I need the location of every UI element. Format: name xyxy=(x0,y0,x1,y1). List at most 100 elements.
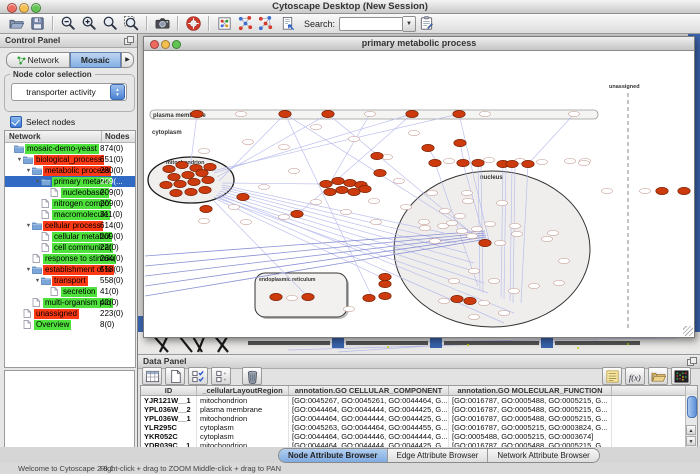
graph-node[interactable] xyxy=(406,110,418,117)
graph-node[interactable] xyxy=(522,160,534,167)
tree-row[interactable]: ▼primary metabo209(... xyxy=(5,176,135,187)
column-header[interactable]: annotation.GO MOLECULAR_FUNCTION xyxy=(449,386,612,395)
zoom-fit-icon[interactable] xyxy=(100,15,121,33)
resize-grip[interactable] xyxy=(683,326,693,336)
tree-row[interactable]: Overview8(0) xyxy=(5,319,135,330)
graph-node[interactable] xyxy=(678,187,690,194)
tab-edge-attribute-browser[interactable]: Edge Attribute Browser xyxy=(388,449,489,462)
tree-expand-icon[interactable]: ▼ xyxy=(25,267,32,273)
graph-node[interactable] xyxy=(182,171,194,178)
graph-node[interactable] xyxy=(332,177,344,184)
network-window-titlebar[interactable]: primary metabolic process xyxy=(144,37,694,51)
graph-node[interactable] xyxy=(422,144,434,151)
unselect-attributes-icon[interactable] xyxy=(211,367,231,385)
inner-minimize-button[interactable] xyxy=(161,40,170,49)
layout-icon[interactable] xyxy=(214,15,235,33)
search-dropdown-icon[interactable]: ▼ xyxy=(403,16,416,32)
zoom-selected-icon[interactable] xyxy=(121,15,142,33)
graph-node[interactable] xyxy=(188,178,200,185)
graph-node[interactable] xyxy=(196,169,208,176)
inner-close-button[interactable] xyxy=(150,40,159,49)
tree-row[interactable]: cellular metabol209(0) xyxy=(5,231,135,242)
float-panel-icon[interactable] xyxy=(124,36,133,45)
minimize-button[interactable] xyxy=(19,3,29,13)
open-session-icon[interactable] xyxy=(6,15,27,33)
graph-node[interactable] xyxy=(200,205,212,212)
graph-node[interactable] xyxy=(199,186,211,193)
scroll-up-icon[interactable]: ▲ xyxy=(686,425,696,435)
select-attributes-icon[interactable] xyxy=(188,367,208,385)
table-row[interactable]: YPL036W__2plasma membrane[GO:0044464, GO… xyxy=(141,405,697,414)
column-header[interactable]: annotation.GO CELLULAR_COMPONENT xyxy=(289,386,449,395)
tree-row[interactable]: nucleobase-209(0) xyxy=(5,187,135,198)
graph-node[interactable] xyxy=(464,297,476,304)
tab-mosaic[interactable]: Mosaic xyxy=(70,52,122,68)
zoom-button[interactable] xyxy=(31,3,41,13)
graph-node[interactable] xyxy=(191,110,203,117)
tab-overflow-arrow-icon[interactable]: ▶ xyxy=(121,52,134,68)
tab-network-attribute-browser[interactable]: Network Attribute Browser xyxy=(488,449,598,462)
tree-row[interactable]: mosaic-demo-yeast874(0) xyxy=(5,143,135,154)
graph-node[interactable] xyxy=(185,188,197,195)
zoom-out-icon[interactable] xyxy=(58,15,79,33)
delete-attribute-icon[interactable] xyxy=(242,367,262,385)
float-data-panel-icon[interactable] xyxy=(687,357,696,366)
graph-node[interactable] xyxy=(204,163,216,170)
graph-node[interactable] xyxy=(379,280,391,287)
graph-node[interactable] xyxy=(291,210,303,217)
graph-node[interactable] xyxy=(279,110,291,117)
snapshot-icon[interactable] xyxy=(152,15,173,33)
new-attribute-icon[interactable] xyxy=(165,367,185,385)
table-row[interactable]: YLR295Ccytoplasm[GO:0045263, GO:0044464,… xyxy=(141,423,697,432)
tree-row[interactable]: ▼establishment of lo558(0) xyxy=(5,264,135,275)
zoom-in-icon[interactable] xyxy=(79,15,100,33)
graph-node[interactable] xyxy=(174,180,186,187)
graph-node[interactable] xyxy=(160,181,172,188)
function-fx-icon[interactable]: f(x) xyxy=(625,367,645,385)
graph-node[interactable] xyxy=(344,179,356,186)
graph-node[interactable] xyxy=(320,180,332,187)
graph-node[interactable] xyxy=(237,193,249,200)
graph-node[interactable] xyxy=(270,293,282,300)
save-session-icon[interactable] xyxy=(27,15,48,33)
graph-node[interactable] xyxy=(379,292,391,299)
tree-expand-icon[interactable]: ▼ xyxy=(34,179,41,185)
help-ring-icon[interactable] xyxy=(183,15,204,33)
scroll-down-icon[interactable]: ▼ xyxy=(686,436,696,446)
network-view-a-icon[interactable] xyxy=(235,15,256,33)
graph-node[interactable] xyxy=(202,176,214,183)
tree-row[interactable]: cell communicat22(0) xyxy=(5,242,135,253)
scrollbar-thumb[interactable] xyxy=(687,396,697,418)
graph-node[interactable] xyxy=(429,159,441,166)
attribute-table-icon[interactable] xyxy=(142,367,162,385)
graph-node[interactable] xyxy=(453,110,465,117)
graph-node[interactable] xyxy=(336,186,348,193)
column-header[interactable]: ID xyxy=(141,386,197,395)
graph-node[interactable] xyxy=(472,159,484,166)
annotation-icon[interactable] xyxy=(416,15,437,33)
graph-node[interactable] xyxy=(479,239,491,246)
table-row[interactable]: YJR121W__1mitochondrion[GO:0045267, GO:0… xyxy=(141,396,697,405)
tree-expand-icon[interactable]: ▼ xyxy=(16,157,23,163)
graph-node[interactable] xyxy=(454,139,466,146)
open-attributes-icon[interactable] xyxy=(648,367,668,385)
graph-node[interactable] xyxy=(506,160,518,167)
tree-expand-icon[interactable]: ▼ xyxy=(25,168,32,174)
graph-node[interactable] xyxy=(302,293,314,300)
notes-icon[interactable] xyxy=(602,367,622,385)
graph-node[interactable] xyxy=(170,189,182,196)
close-button[interactable] xyxy=(7,3,17,13)
import-network-icon[interactable] xyxy=(277,15,298,33)
graph-node[interactable] xyxy=(163,165,175,172)
inner-zoom-button[interactable] xyxy=(172,40,181,49)
tree-row[interactable]: unassigned223(0) xyxy=(5,308,135,319)
tree-row[interactable]: ▼transport558(0) xyxy=(5,275,135,286)
column-header[interactable]: _cellularLayoutRegion xyxy=(197,386,289,395)
tree-row[interactable]: nitrogen compo209(0) xyxy=(5,198,135,209)
graph-node[interactable] xyxy=(348,188,360,195)
tree-row[interactable]: ▼cellular process614(0) xyxy=(5,220,135,231)
graph-node[interactable] xyxy=(371,152,383,159)
graph-node[interactable] xyxy=(168,173,180,180)
graph-node[interactable] xyxy=(176,161,188,168)
search-input[interactable] xyxy=(339,17,403,31)
